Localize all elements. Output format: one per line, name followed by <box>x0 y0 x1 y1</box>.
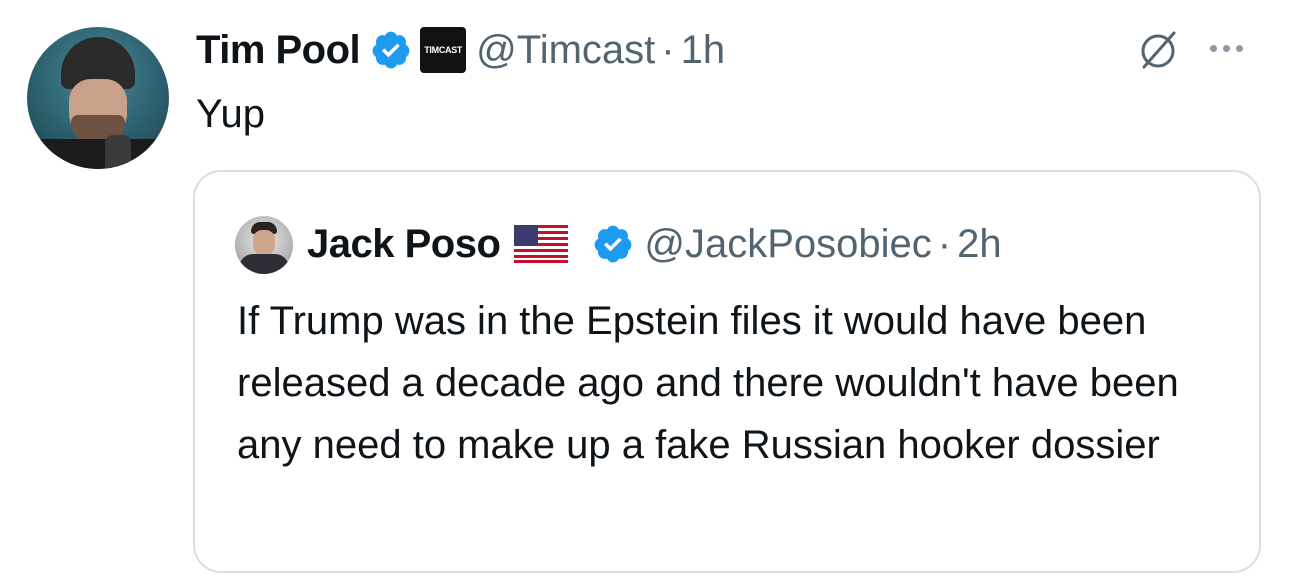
quoted-avatar-face <box>253 230 275 256</box>
tweet-header: Tim Pool TIMCAST @Timcast · 1h <box>196 22 725 78</box>
separator-dot: · <box>661 27 675 72</box>
avatar[interactable] <box>27 27 169 169</box>
us-flag-icon <box>514 225 569 263</box>
author-name[interactable]: Tim Pool <box>196 28 361 73</box>
verified-badge-icon[interactable] <box>370 29 412 71</box>
timestamp[interactable]: 1h <box>681 28 726 73</box>
quoted-tweet[interactable]: Jack Poso @JackPosobiec · 2h If Trump wa… <box>193 170 1261 573</box>
tweet-text: Yup <box>196 92 265 136</box>
avatar-shirt <box>27 139 169 169</box>
quoted-author-name[interactable]: Jack Poso <box>307 222 501 267</box>
grok-icon[interactable] <box>1134 27 1182 75</box>
quoted-verified-badge-icon[interactable] <box>592 223 634 265</box>
quoted-tweet-text: If Trump was in the Epstein files it wou… <box>237 299 1179 467</box>
quoted-tweet-header: Jack Poso @JackPosobiec · 2h <box>307 212 1002 276</box>
quoted-timestamp[interactable]: 2h <box>957 222 1002 267</box>
quoted-avatar-suit <box>239 254 289 274</box>
quoted-separator-dot: · <box>937 221 952 266</box>
affiliate-badge-icon[interactable]: TIMCAST <box>420 27 467 73</box>
quoted-avatar[interactable] <box>235 216 293 274</box>
author-handle[interactable]: @Timcast <box>476 28 655 73</box>
quoted-author-handle[interactable]: @JackPosobiec <box>644 222 931 267</box>
avatar-microphone <box>105 135 131 169</box>
more-options-icon[interactable] <box>1210 38 1258 58</box>
